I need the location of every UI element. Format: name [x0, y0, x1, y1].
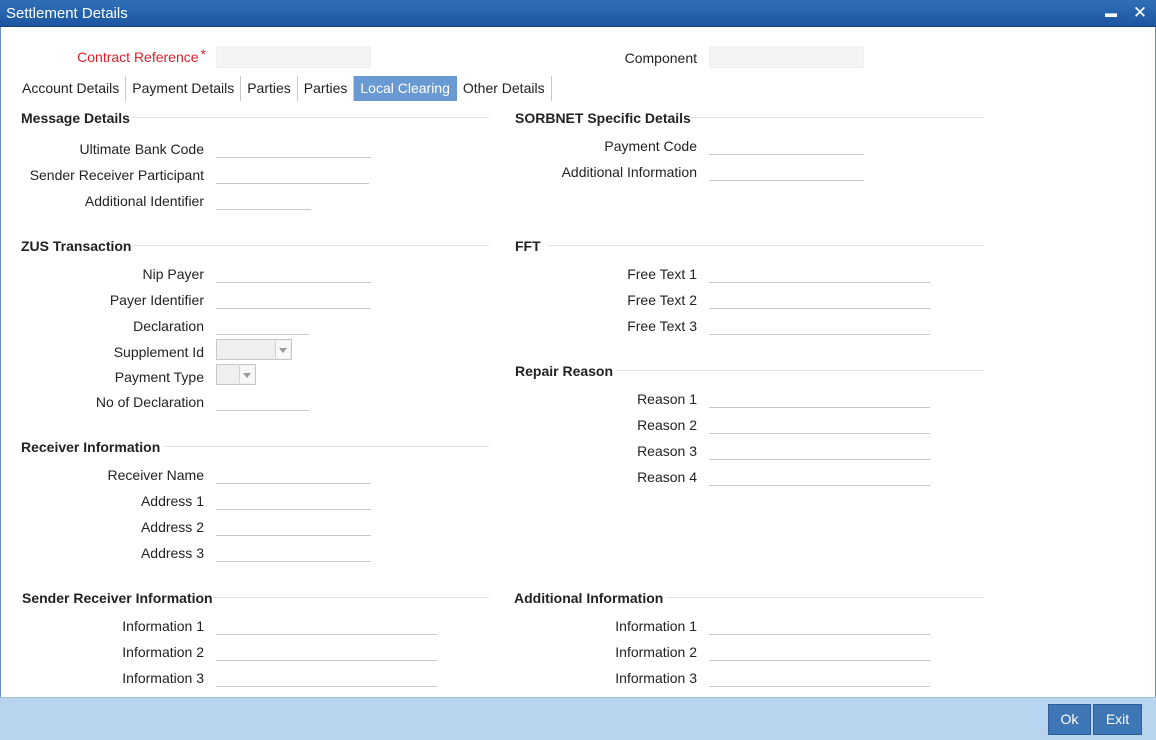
reason-1-label: Reason 1	[637, 391, 697, 407]
minimize-icon[interactable]: ▬	[1100, 2, 1122, 24]
reason-4-label: Reason 4	[637, 469, 697, 485]
message-details-title: Message Details	[21, 110, 130, 126]
free-text-1-input[interactable]	[709, 261, 930, 283]
component-label: Component	[624, 50, 697, 66]
tab-payment-details[interactable]: Payment Details	[126, 76, 242, 101]
tab-parties-2[interactable]: Parties	[298, 76, 355, 101]
additional-information-2-label: Information 2	[615, 644, 697, 660]
contract-reference-label: Contract Reference *	[60, 46, 206, 65]
contract-reference-input[interactable]	[216, 46, 371, 68]
additional-identifier-label: Additional Identifier	[84, 193, 204, 209]
additional-information-title: Additional Information	[514, 590, 664, 606]
section-divider	[132, 245, 489, 246]
sorbnet-additional-information-input[interactable]	[709, 159, 864, 181]
reason-1-input[interactable]	[709, 386, 930, 408]
payer-identifier-label: Payer Identifier	[109, 292, 204, 308]
repair-reason-title: Repair Reason	[515, 363, 614, 379]
tab-account-details[interactable]: Account Details	[16, 76, 127, 101]
required-mark: *	[200, 46, 206, 62]
address-2-input[interactable]	[216, 514, 371, 536]
sorbnet-additional-information-label: Additional Information	[561, 164, 697, 180]
ultimate-bank-code-input[interactable]	[216, 136, 371, 158]
no-of-declaration-input[interactable]	[216, 389, 309, 411]
address-2-label: Address 2	[140, 519, 204, 535]
address-1-label: Address 1	[140, 493, 204, 509]
additional-information-1-input[interactable]	[709, 613, 930, 635]
reason-2-label: Reason 2	[637, 417, 697, 433]
chevron-down-icon	[275, 341, 290, 358]
free-text-3-label: Free Text 3	[627, 318, 697, 334]
reason-3-label: Reason 3	[637, 443, 697, 459]
exit-button[interactable]: Exit	[1093, 704, 1142, 735]
sender-information-2-label: Information 2	[122, 644, 204, 660]
nip-payer-label: Nip Payer	[142, 266, 204, 282]
window-title: Settlement Details	[6, 5, 128, 22]
ultimate-bank-code-label: Ultimate Bank Code	[79, 141, 204, 157]
supplement-id-label: Supplement Id	[113, 344, 204, 360]
address-3-input[interactable]	[216, 540, 371, 562]
free-text-3-input[interactable]	[709, 313, 930, 335]
sender-information-3-input[interactable]	[216, 665, 437, 687]
sender-receiver-participant-input[interactable]	[216, 162, 369, 184]
sender-information-2-input[interactable]	[216, 639, 437, 661]
window-titlebar: Settlement Details ▬ ✕	[0, 0, 1156, 27]
ok-button[interactable]: Ok	[1048, 704, 1091, 735]
declaration-label: Declaration	[133, 318, 204, 334]
section-divider	[688, 117, 984, 118]
fft-title: FFT	[515, 238, 541, 254]
chevron-down-icon	[239, 366, 254, 383]
sender-information-1-input[interactable]	[216, 613, 437, 635]
section-divider	[548, 245, 984, 246]
zus-transaction-title: ZUS Transaction	[21, 238, 132, 254]
additional-information-2-input[interactable]	[709, 639, 930, 661]
payment-type-label: Payment Type	[114, 369, 204, 385]
payer-identifier-input[interactable]	[216, 287, 371, 309]
sender-receiver-participant-label: Sender Receiver Participant	[29, 167, 204, 183]
sender-information-3-label: Information 3	[122, 670, 204, 686]
additional-information-1-label: Information 1	[615, 618, 697, 634]
no-of-declaration-label: No of Declaration	[95, 394, 204, 410]
tab-other-details[interactable]: Other Details	[457, 76, 552, 101]
tab-local-clearing[interactable]: Local Clearing	[354, 76, 457, 101]
supplement-id-select[interactable]	[216, 339, 292, 360]
section-divider	[666, 597, 984, 598]
section-divider	[616, 370, 984, 371]
reason-4-input[interactable]	[709, 464, 930, 486]
receiver-name-label: Receiver Name	[107, 467, 204, 483]
payment-code-label: Payment Code	[604, 138, 697, 154]
payment-type-select[interactable]	[216, 364, 256, 385]
free-text-2-label: Free Text 2	[627, 292, 697, 308]
address-3-label: Address 3	[140, 545, 204, 561]
declaration-input[interactable]	[216, 313, 309, 335]
reason-2-input[interactable]	[709, 412, 930, 434]
reason-3-input[interactable]	[709, 438, 930, 460]
section-divider	[164, 446, 489, 447]
additional-identifier-input[interactable]	[216, 188, 311, 210]
sender-receiver-information-title: Sender Receiver Information	[22, 590, 213, 606]
section-divider	[214, 597, 489, 598]
additional-information-3-label: Information 3	[615, 670, 697, 686]
footer-bar: Ok Exit	[0, 697, 1156, 740]
contract-reference-label-text: Contract Reference	[77, 49, 199, 65]
receiver-name-input[interactable]	[216, 462, 371, 484]
additional-information-3-input[interactable]	[709, 665, 930, 687]
nip-payer-input[interactable]	[216, 261, 371, 283]
payment-code-input[interactable]	[709, 133, 864, 155]
component-input[interactable]	[709, 46, 864, 68]
sender-information-1-label: Information 1	[122, 618, 204, 634]
tab-bar: Account Details Payment Details Parties …	[16, 76, 552, 101]
free-text-2-input[interactable]	[709, 287, 930, 309]
receiver-information-title: Receiver Information	[21, 439, 161, 455]
tab-parties-1[interactable]: Parties	[241, 76, 298, 101]
close-icon[interactable]: ✕	[1129, 2, 1151, 24]
sorbnet-title: SORBNET Specific Details	[515, 110, 691, 126]
address-1-input[interactable]	[216, 488, 371, 510]
free-text-1-label: Free Text 1	[627, 266, 697, 282]
section-divider	[132, 117, 489, 118]
